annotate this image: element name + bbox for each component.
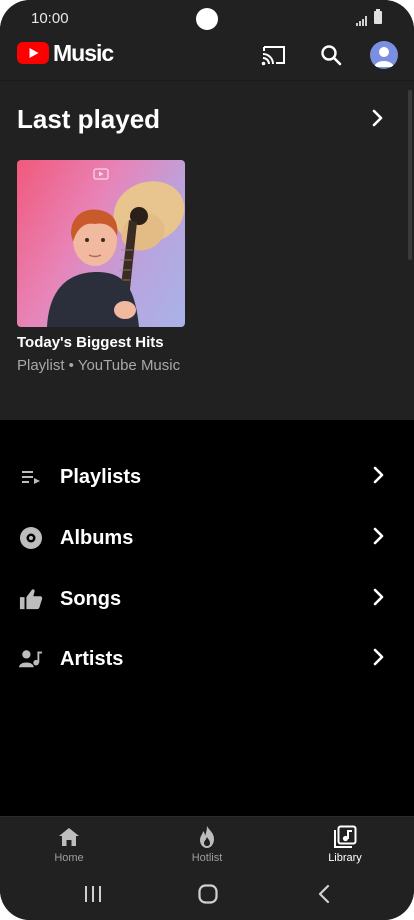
- home-button-icon[interactable]: [198, 884, 218, 909]
- library-item-label: Artists: [60, 647, 124, 670]
- app-name: Music: [53, 40, 114, 66]
- nav-label: Home: [54, 852, 84, 864]
- library-item-albums[interactable]: Albums: [0, 511, 414, 565]
- chevron-right-icon[interactable]: [372, 108, 384, 133]
- chevron-right-icon: [373, 466, 385, 489]
- nav-home[interactable]: Home: [19, 817, 119, 871]
- playlist-cover-image[interactable]: [17, 160, 185, 327]
- thumb-up-icon: [19, 587, 43, 611]
- youtube-logo-icon[interactable]: [17, 42, 49, 69]
- back-icon[interactable]: [317, 884, 331, 909]
- app-bar-divider: [0, 80, 414, 81]
- recent-apps-icon[interactable]: [84, 885, 102, 908]
- scrollbar[interactable]: [408, 90, 412, 260]
- playlist-card-title[interactable]: Today's Biggest Hits: [17, 334, 164, 351]
- library-item-songs[interactable]: Songs: [0, 572, 414, 626]
- search-icon[interactable]: [316, 40, 346, 70]
- library-item-label: Albums: [60, 526, 134, 549]
- nav-label: Library: [328, 852, 362, 864]
- chevron-right-icon: [373, 648, 385, 671]
- flame-icon: [195, 825, 219, 849]
- library-item-label: Songs: [60, 587, 122, 610]
- nav-label: Hotlist: [191, 852, 223, 864]
- status-time: 10:00: [31, 10, 69, 27]
- bottom-nav: Home Hotlist Library: [0, 816, 414, 871]
- top-section: 10:00 Music Last played Today's Biggest …: [0, 0, 414, 420]
- playlist-icon: [19, 465, 43, 489]
- avatar[interactable]: [370, 41, 398, 69]
- library-item-label: Playlists: [60, 465, 142, 488]
- library-item-playlists[interactable]: Playlists: [0, 450, 414, 504]
- playlist-card-subtitle: Playlist • YouTube Music: [17, 357, 181, 374]
- album-icon: [19, 526, 43, 550]
- library-icon: [333, 825, 357, 849]
- nav-library[interactable]: Library: [295, 817, 395, 871]
- library-item-artists[interactable]: Artists: [0, 632, 414, 686]
- artist-icon: [19, 647, 43, 671]
- chevron-right-icon: [373, 527, 385, 550]
- cast-icon[interactable]: [259, 40, 289, 70]
- chevron-right-icon: [373, 588, 385, 611]
- front-camera: [196, 8, 218, 30]
- nav-hotlist[interactable]: Hotlist: [157, 817, 257, 871]
- battery-icon: [374, 9, 382, 24]
- home-icon: [57, 825, 81, 849]
- phone-frame: 10:00 Music Last played Today's Biggest …: [0, 0, 414, 920]
- system-nav-bar: [0, 870, 414, 920]
- section-title: Last played: [17, 104, 161, 134]
- app-bar: Music: [0, 28, 414, 80]
